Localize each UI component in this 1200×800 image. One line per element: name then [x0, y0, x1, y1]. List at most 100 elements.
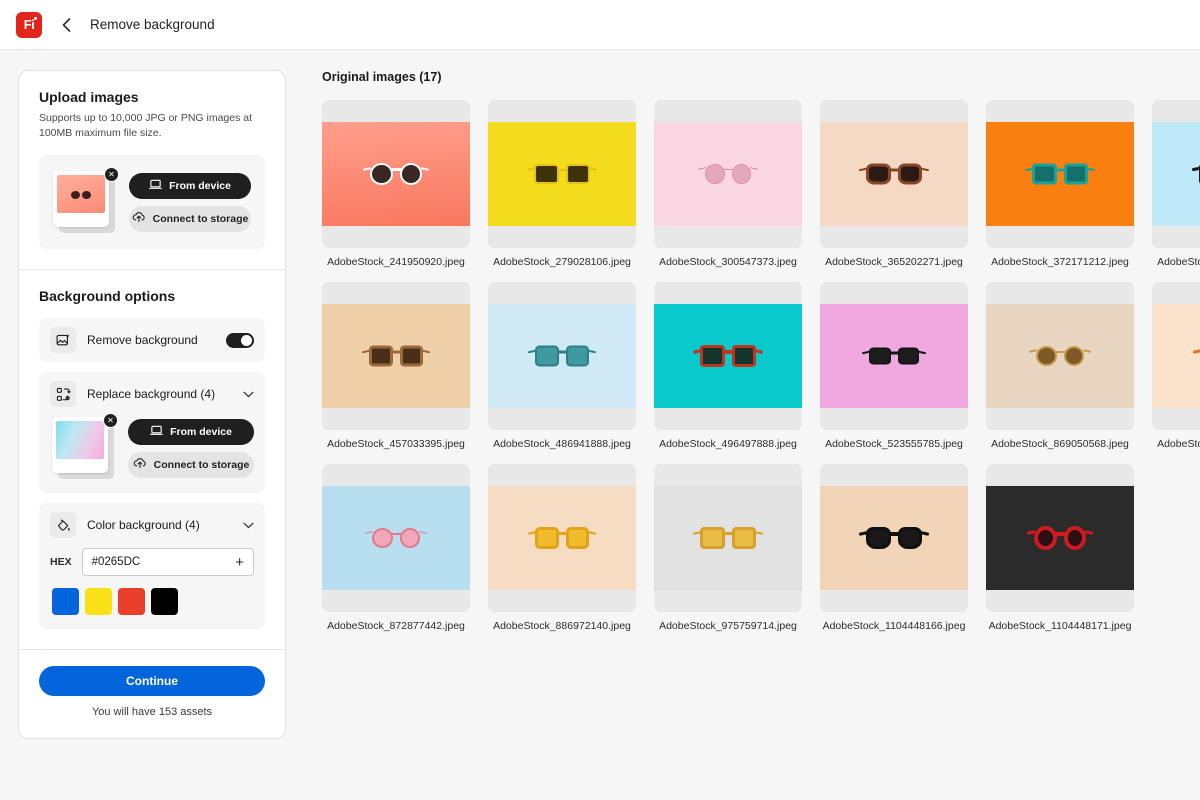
image-thumbnail[interactable] — [322, 464, 470, 612]
thumbnail-preview — [57, 175, 105, 213]
image-thumbnail[interactable] — [322, 100, 470, 248]
remove-background-toggle[interactable] — [226, 333, 254, 348]
cloud-upload-icon — [132, 211, 146, 226]
image-grid-item[interactable]: AdobeStock_886972140.jpeg — [488, 464, 636, 632]
replace-background-label: Replace background (4) — [87, 387, 232, 401]
image-grid-item[interactable]: AdobeStock_376800000.jpeg — [1152, 100, 1200, 268]
image-grid-item[interactable]: AdobeStock_300547373.jpeg — [654, 100, 802, 268]
image-grid-item[interactable]: AdobeStock_871000000.jpeg — [1152, 282, 1200, 450]
image-filename: AdobeStock_523555785.jpeg — [820, 438, 968, 450]
image-preview — [654, 304, 802, 408]
plus-icon[interactable]: + — [235, 555, 244, 570]
color-background-option: Color background (4) HEX #0265DC + — [39, 503, 265, 629]
from-device-button[interactable]: From device — [129, 173, 251, 199]
chevron-left-icon[interactable] — [56, 15, 76, 35]
image-thumbnail[interactable] — [654, 464, 802, 612]
replace-from-device-button[interactable]: From device — [128, 419, 254, 445]
image-thumbnail[interactable] — [986, 100, 1134, 248]
laptop-icon — [149, 179, 162, 193]
hex-input[interactable]: #0265DC + — [82, 548, 254, 576]
upload-images-subtitle: Supports up to 10,000 JPG or PNG images … — [39, 111, 265, 141]
image-grid-item[interactable]: AdobeStock_365202271.jpeg — [820, 100, 968, 268]
image-thumbnail[interactable] — [322, 282, 470, 430]
remove-background-label: Remove background — [87, 333, 215, 347]
image-thumbnail[interactable] — [986, 464, 1134, 612]
swatch-blue[interactable] — [52, 588, 79, 615]
image-thumbnail[interactable] — [654, 282, 802, 430]
swatch-red[interactable] — [118, 588, 145, 615]
continue-button[interactable]: Continue — [39, 666, 265, 696]
image-thumbnail[interactable] — [820, 464, 968, 612]
connect-to-storage-label: Connect to storage — [153, 213, 249, 225]
image-preview — [654, 486, 802, 590]
left-settings-panel: Upload images Supports up to 10,000 JPG … — [18, 70, 286, 739]
uploaded-image-thumbnail[interactable]: ✕ — [53, 171, 115, 233]
image-grid-item[interactable]: AdobeStock_241950920.jpeg — [322, 100, 470, 268]
image-preview — [1152, 304, 1200, 408]
image-grid-item[interactable]: AdobeStock_1104448171.jpeg — [986, 464, 1134, 632]
chevron-down-icon[interactable] — [243, 522, 254, 529]
firefly-logo-dot — [34, 17, 37, 20]
image-grid: AdobeStock_241950920.jpeg AdobeStock_279… — [322, 100, 1200, 632]
image-filename: AdobeStock_279028106.jpeg — [488, 256, 636, 268]
image-grid-item[interactable]: AdobeStock_496497888.jpeg — [654, 282, 802, 450]
image-filename: AdobeStock_869050568.jpeg — [986, 438, 1134, 450]
image-grid-item[interactable]: AdobeStock_523555785.jpeg — [820, 282, 968, 450]
swatch-black[interactable] — [151, 588, 178, 615]
color-swatch-list — [50, 588, 254, 615]
replace-connect-to-storage-label: Connect to storage — [154, 459, 250, 471]
image-grid-item[interactable]: AdobeStock_372171212.jpeg — [986, 100, 1134, 268]
image-filename: AdobeStock_457033395.jpeg — [322, 438, 470, 450]
upload-images-section: Upload images Supports up to 10,000 JPG … — [19, 71, 285, 269]
image-grid-item[interactable]: AdobeStock_1104448166.jpeg — [820, 464, 968, 632]
image-thumbnail[interactable] — [986, 282, 1134, 430]
color-background-label: Color background (4) — [87, 518, 232, 532]
remove-background-option[interactable]: Remove background — [39, 318, 265, 362]
image-filename: AdobeStock_1104448171.jpeg — [986, 620, 1134, 632]
hex-input-row: HEX #0265DC + — [50, 548, 254, 576]
image-thumbnail[interactable] — [1152, 100, 1200, 248]
remove-upload-close-icon[interactable]: ✕ — [104, 167, 119, 182]
image-thumbnail[interactable] — [488, 100, 636, 248]
image-preview — [986, 122, 1134, 226]
image-thumbnail[interactable] — [820, 282, 968, 430]
chevron-down-icon[interactable] — [243, 391, 254, 398]
replace-connect-to-storage-button[interactable]: Connect to storage — [128, 452, 254, 478]
app-header: Fi Remove background — [0, 0, 1200, 50]
swatch-yellow[interactable] — [85, 588, 112, 615]
page-title: Remove background — [90, 17, 215, 32]
image-preview — [986, 304, 1134, 408]
image-preview — [322, 304, 470, 408]
from-device-label: From device — [169, 180, 231, 192]
image-grid-item[interactable]: AdobeStock_869050568.jpeg — [986, 282, 1134, 450]
image-preview — [820, 486, 968, 590]
image-thumbnail[interactable] — [488, 282, 636, 430]
image-grid-item[interactable]: AdobeStock_486941888.jpeg — [488, 282, 636, 450]
original-images-title: Original images (17) — [322, 70, 1200, 84]
image-filename: AdobeStock_486941888.jpeg — [488, 438, 636, 450]
image-thumbnail[interactable] — [820, 100, 968, 248]
upload-dropzone[interactable]: ✕ From device Connect to storage — [39, 155, 265, 249]
image-preview — [488, 122, 636, 226]
image-filename: AdobeStock_372171212.jpeg — [986, 256, 1134, 268]
image-thumbnail[interactable] — [654, 100, 802, 248]
image-thumbnail[interactable] — [1152, 282, 1200, 430]
image-grid-item[interactable]: AdobeStock_457033395.jpeg — [322, 282, 470, 450]
image-preview — [488, 486, 636, 590]
image-grid-item[interactable]: AdobeStock_872877442.jpeg — [322, 464, 470, 632]
image-filename: AdobeStock_975759714.jpeg — [654, 620, 802, 632]
firefly-logo[interactable]: Fi — [16, 12, 42, 38]
image-filename: AdobeStock_496497888.jpeg — [654, 438, 802, 450]
image-grid-item[interactable]: AdobeStock_975759714.jpeg — [654, 464, 802, 632]
color-background-header[interactable]: Color background (4) — [50, 512, 254, 538]
replace-from-device-label: From device — [170, 426, 232, 438]
image-preview — [820, 304, 968, 408]
connect-to-storage-button[interactable]: Connect to storage — [129, 206, 251, 232]
image-grid-item[interactable]: AdobeStock_279028106.jpeg — [488, 100, 636, 268]
replace-background-thumbnail[interactable]: ✕ — [52, 417, 114, 479]
replace-background-option: Replace background (4) ✕ — [39, 372, 265, 493]
image-filename: AdobeStock_871000000.jpeg — [1152, 438, 1200, 450]
image-thumbnail[interactable] — [488, 464, 636, 612]
remove-replace-background-close-icon[interactable]: ✕ — [103, 413, 118, 428]
replace-background-header[interactable]: Replace background (4) — [50, 381, 254, 407]
